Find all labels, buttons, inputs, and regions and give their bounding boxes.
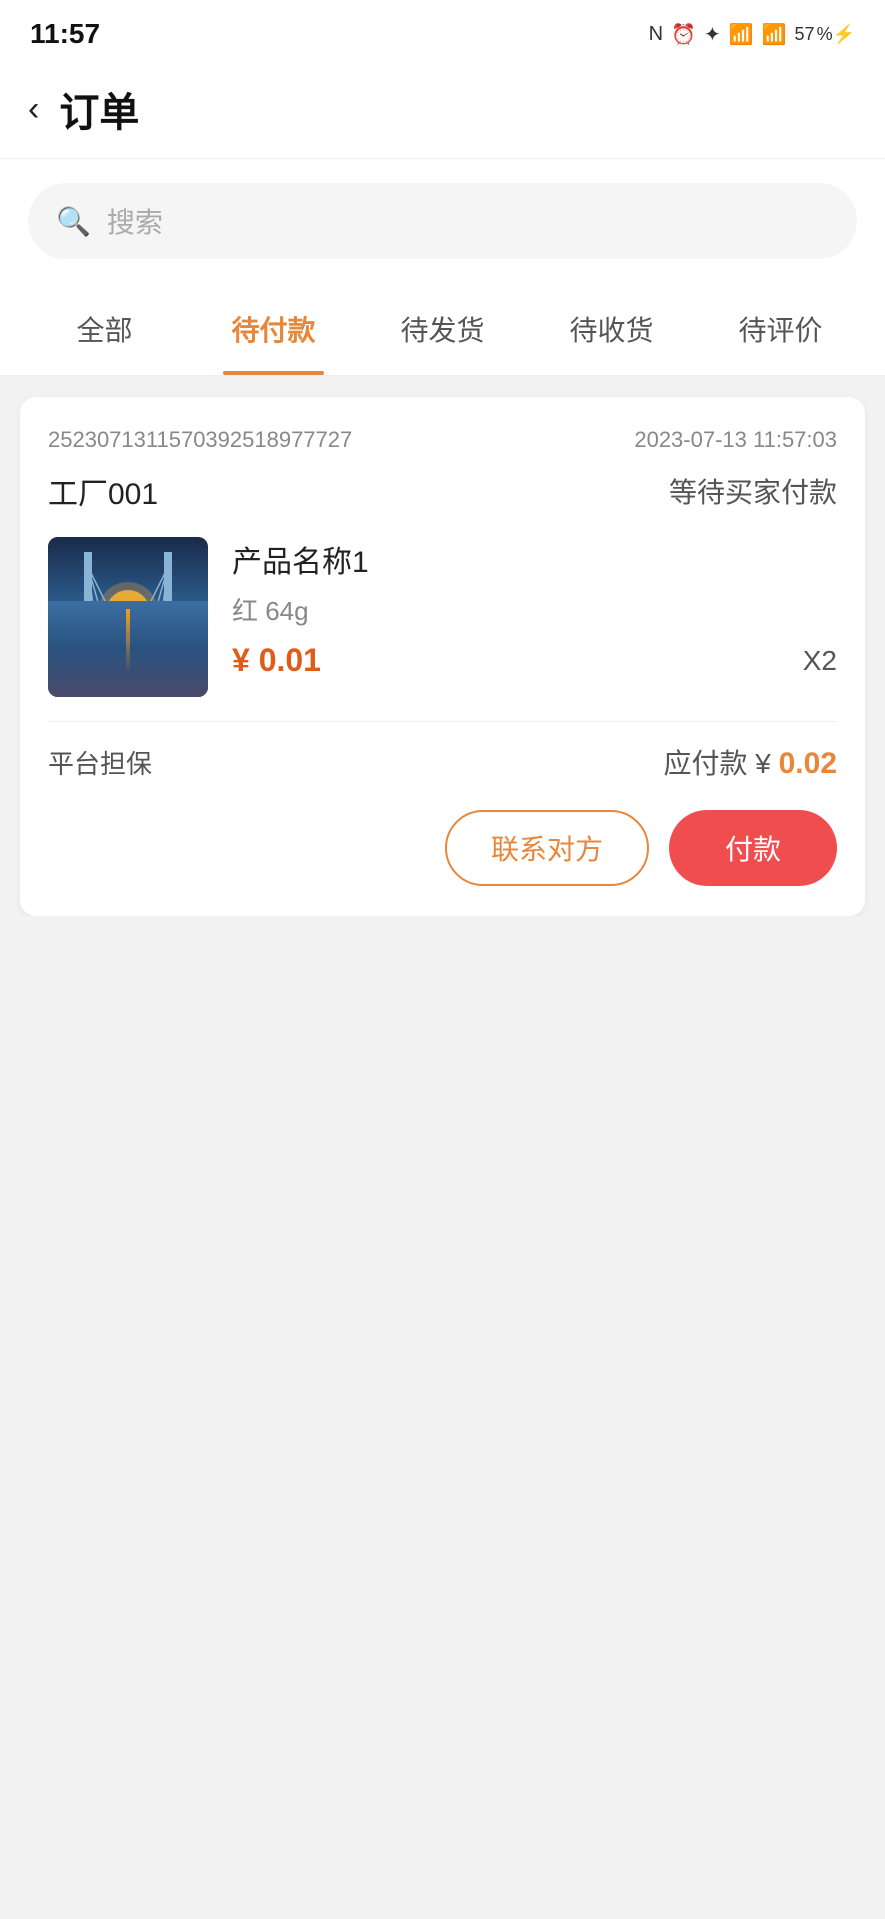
- order-status: 等待买家付款: [669, 471, 837, 511]
- page-title: 订单: [59, 80, 139, 138]
- divider: [48, 721, 837, 722]
- wifi-icon: 📶: [729, 22, 754, 47]
- nfc-icon: N: [649, 23, 663, 46]
- product-name: 产品名称1: [232, 537, 837, 581]
- bluetooth-icon: ✦: [704, 22, 721, 47]
- pay-button[interactable]: 付款: [669, 810, 837, 886]
- header: ‹ 订单: [0, 60, 885, 159]
- product-spec: 红 64g: [232, 591, 837, 628]
- search-input[interactable]: 搜索: [107, 201, 163, 241]
- tab-pending-shipment[interactable]: 待发货: [358, 283, 527, 375]
- order-id: 2523071311570392518977727: [48, 427, 352, 453]
- product-info: 产品名称1 红 64g ¥ 0.01 X2: [232, 537, 837, 679]
- seller-row: 工厂001 等待买家付款: [48, 469, 837, 513]
- battery-icon: 57%⚡: [795, 24, 855, 45]
- search-bar[interactable]: 🔍 搜索: [28, 183, 857, 259]
- product-price-row: ¥ 0.01 X2: [232, 642, 837, 679]
- signal-icon: 📶: [762, 22, 787, 47]
- amount-label: 应付款 ¥: [663, 748, 770, 779]
- seller-name: 工厂001: [48, 469, 158, 513]
- product-quantity: X2: [803, 645, 837, 677]
- payment-row: 平台担保 应付款 ¥ 0.02: [48, 742, 837, 782]
- order-list: 2523071311570392518977727 2023-07-13 11:…: [0, 397, 885, 916]
- status-icons: N ⏰ ✦ 📶 📶 57%⚡: [649, 22, 855, 47]
- amount-due: 应付款 ¥ 0.02: [663, 742, 837, 782]
- order-date: 2023-07-13 11:57:03: [634, 427, 837, 453]
- order-header-row: 2523071311570392518977727 2023-07-13 11:…: [48, 427, 837, 453]
- amount-value: 0.02: [779, 747, 837, 780]
- tab-pending-payment[interactable]: 待付款: [189, 283, 358, 375]
- empty-area: [0, 916, 885, 1716]
- action-row: 联系对方 付款: [48, 810, 837, 886]
- search-icon: 🔍: [56, 205, 91, 238]
- alarm-icon: ⏰: [671, 22, 696, 47]
- back-button[interactable]: ‹: [28, 92, 39, 126]
- platform-guarantee: 平台担保: [48, 744, 152, 781]
- product-image: [48, 537, 208, 697]
- search-section: 🔍 搜索: [0, 159, 885, 283]
- status-bar: 11:57 N ⏰ ✦ 📶 📶 57%⚡: [0, 0, 885, 60]
- tabs-section: 全部 待付款 待发货 待收货 待评价: [0, 283, 885, 377]
- status-time: 11:57: [30, 18, 100, 50]
- product-price: ¥ 0.01: [232, 642, 321, 679]
- contact-button[interactable]: 联系对方: [445, 810, 649, 886]
- tab-pending-receipt[interactable]: 待收货: [527, 283, 696, 375]
- tab-all[interactable]: 全部: [20, 283, 189, 375]
- order-card: 2523071311570392518977727 2023-07-13 11:…: [20, 397, 865, 916]
- tab-pending-review[interactable]: 待评价: [696, 283, 865, 375]
- product-row: 产品名称1 红 64g ¥ 0.01 X2: [48, 537, 837, 697]
